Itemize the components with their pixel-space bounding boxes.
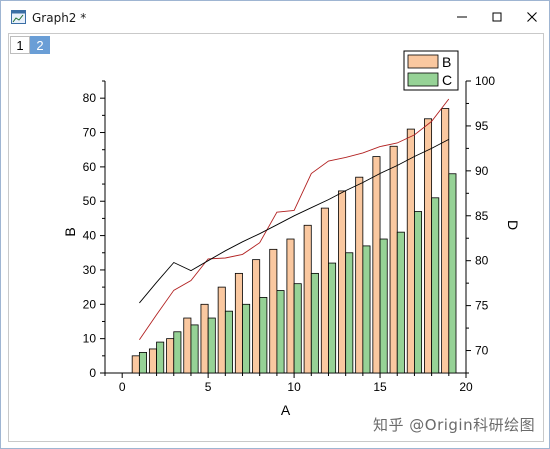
bar-c (173, 331, 182, 374)
bar-b (183, 317, 192, 374)
x-tick-label: 20 (459, 380, 473, 394)
bar-c (224, 310, 233, 374)
y-tick-label: 60 (83, 160, 97, 174)
bar-c (396, 231, 405, 374)
bar-c (310, 272, 319, 374)
y-tick-label: 80 (83, 91, 97, 105)
x-tick-label: 0 (119, 380, 126, 394)
bar-c (138, 351, 147, 374)
y2-axis-title: D (505, 220, 521, 230)
y-tick-label: 10 (83, 332, 97, 346)
bar-b (355, 176, 364, 374)
bar-b (406, 128, 415, 374)
bar-b (338, 190, 347, 374)
x-axis-title: A (281, 402, 291, 418)
x-tick-label: 15 (373, 380, 387, 394)
y2-tick-label: 85 (475, 209, 489, 223)
y-tick-label: 40 (83, 229, 97, 243)
bar-b (234, 272, 243, 374)
y2-tick-label: 70 (475, 344, 489, 358)
bar-b (320, 207, 329, 374)
bar-c (431, 197, 440, 374)
bar-b (217, 286, 226, 374)
y2-tick-label: 90 (475, 164, 489, 178)
bar-b (131, 355, 140, 374)
legend-swatch-b (407, 54, 439, 69)
bar-c (345, 252, 354, 374)
y-tick-label: 0 (89, 366, 96, 380)
legend-label-c: C (442, 72, 452, 88)
bar-c (414, 211, 423, 374)
bar-c (259, 297, 268, 374)
y-tick-label: 20 (83, 297, 97, 311)
bar-b (269, 248, 278, 374)
y-axis-title: B (62, 227, 78, 236)
y2-tick-label: 100 (475, 74, 495, 88)
bar-b (200, 303, 209, 374)
bar-c (362, 245, 371, 374)
bar-b (286, 238, 295, 374)
chart[interactable]: 0 5 10 15 20 0 10 20 30 40 50 60 70 80 70 75 80 85 90 95 100… (1, 1, 550, 449)
bar-c (190, 324, 199, 374)
y-tick-label: 30 (83, 263, 97, 277)
bar-c (379, 238, 388, 374)
bar-c (328, 262, 337, 374)
x-tick-label: 10 (287, 380, 301, 394)
y2-tick-label: 75 (475, 299, 489, 313)
y2-tick-label: 95 (475, 119, 489, 133)
watermark: 知乎 @Origin科研绘图 (373, 416, 536, 434)
legend-swatch-c (407, 72, 439, 87)
bar-b (166, 338, 175, 374)
bar-c (448, 173, 457, 374)
bar-c (156, 341, 165, 374)
bar-c (276, 290, 285, 374)
bar-b (441, 108, 450, 374)
y2-tick-label: 80 (475, 254, 489, 268)
x-tick-label: 5 (205, 380, 212, 394)
graph-window: Graph2 * 1 2 0 5 10 15 20 0 10 20 30 40 50 60 70 80 70… (0, 0, 550, 449)
bar-c (293, 283, 302, 374)
bar-b (148, 348, 157, 374)
bar-b (303, 224, 312, 374)
y-tick-label: 70 (83, 126, 97, 140)
bar-b (372, 156, 381, 374)
bar-c (242, 303, 251, 374)
bar-b (252, 259, 261, 374)
bar-b (424, 118, 433, 374)
y-tick-label: 50 (83, 194, 97, 208)
bar-b (389, 145, 398, 374)
bar-c (207, 317, 216, 374)
legend-label-b: B (442, 54, 451, 70)
